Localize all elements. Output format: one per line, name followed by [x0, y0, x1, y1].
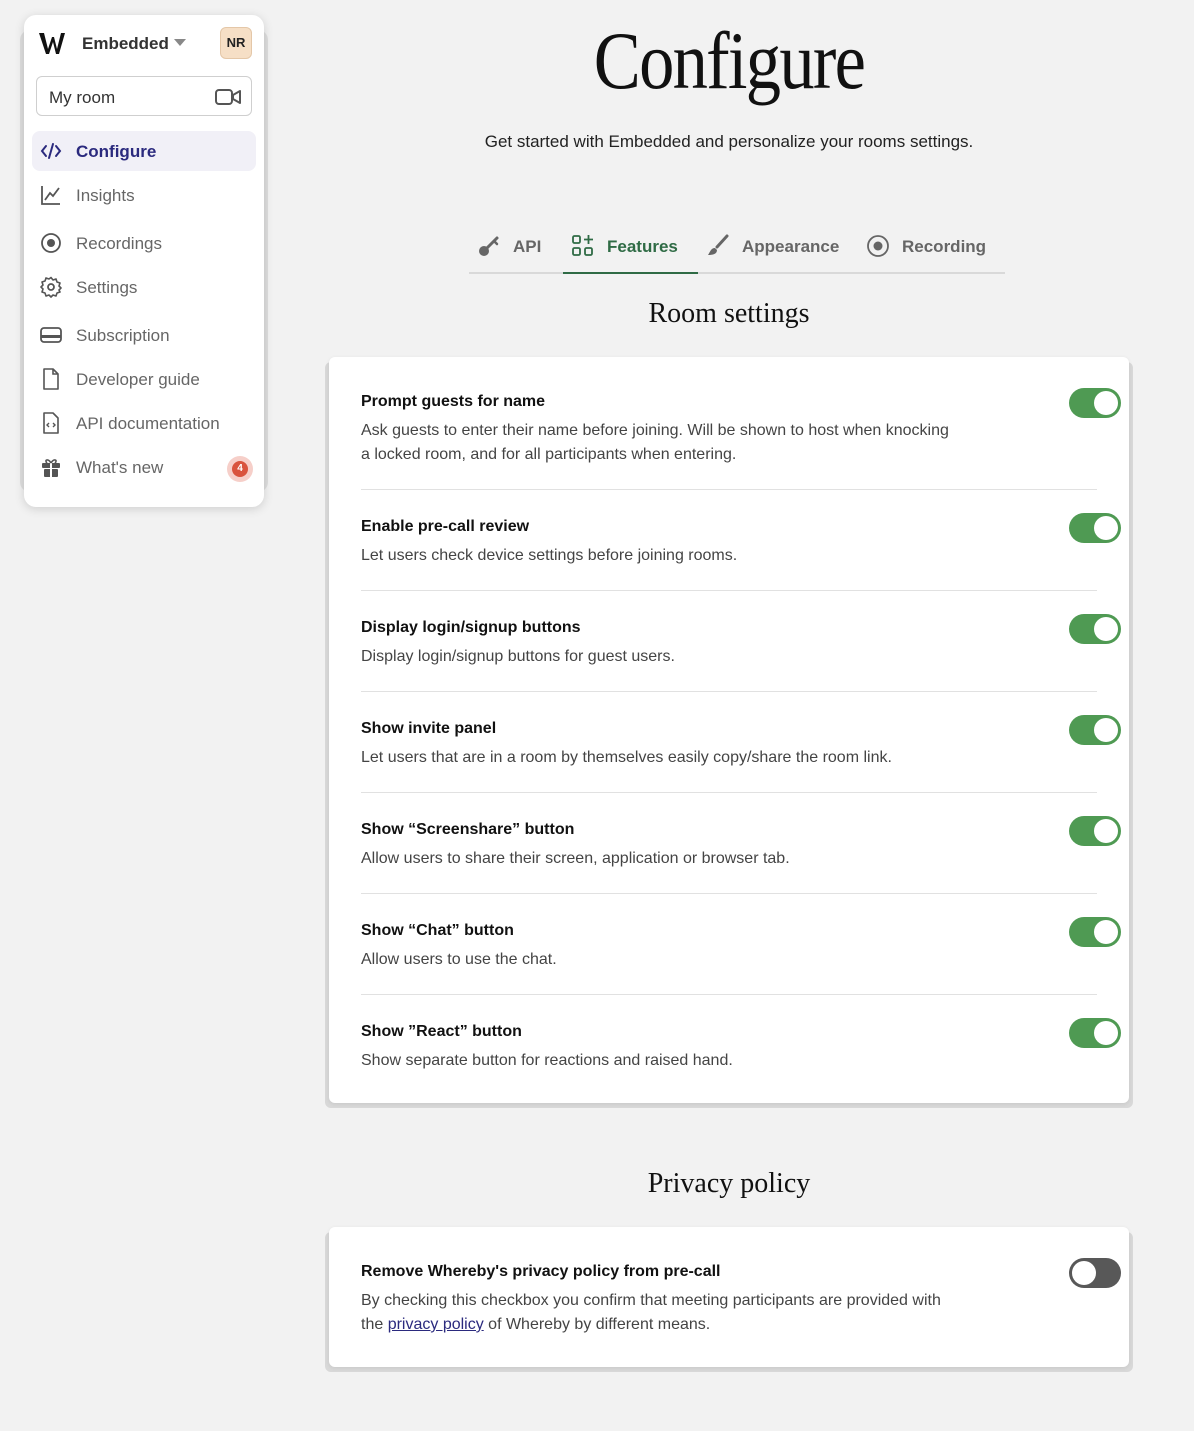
tab-appearance[interactable]: Appearance: [698, 226, 858, 272]
sidebar-item-label: Configure: [76, 142, 157, 161]
setting-row: Prompt guests for name Ask guests to ent…: [361, 388, 1121, 473]
sidebar-item-label: API documentation: [76, 414, 220, 433]
page-title: Configure: [593, 15, 866, 106]
sidebar-item-label: Settings: [76, 278, 138, 297]
room-settings-card: Prompt guests for name Ask guests to ent…: [329, 357, 1129, 1103]
setting-title: Show “Chat” button: [361, 922, 514, 939]
setting-row: Display login/signup buttons Display log…: [361, 614, 1121, 675]
divider: [361, 792, 1097, 793]
features-grid-icon: [572, 235, 593, 256]
divider: [361, 994, 1097, 995]
sidebar-item-label: Recordings: [76, 234, 162, 253]
setting-row: Show “Screenshare” button Allow users to…: [361, 816, 1121, 877]
divider: [361, 489, 1097, 490]
setting-title: Prompt guests for name: [361, 393, 546, 410]
room-name: My room: [49, 88, 116, 107]
setting-row: Enable pre-call review Let users check d…: [361, 513, 1121, 574]
section-title-privacy-policy: Privacy policy: [647, 1168, 811, 1199]
setting-description: Show separate button for reactions and r…: [361, 1052, 733, 1069]
toggle-login-signup-buttons[interactable]: [1069, 614, 1121, 644]
paintbrush-icon: [708, 234, 729, 255]
sidebar-item-whats-new[interactable]: What's new: [32, 447, 256, 487]
setting-description: Allow users to use the chat.: [361, 951, 557, 968]
sidebar-item-label: Insights: [76, 186, 135, 205]
page-subtitle: Get started with Embedded and personaliz…: [484, 132, 974, 151]
sidebar-item-developer-guide[interactable]: Developer guide: [32, 359, 256, 399]
sidebar-item-configure[interactable]: Configure: [32, 131, 256, 171]
room-selector[interactable]: My room: [36, 76, 252, 116]
setting-row: Show invite panel Let users that are in …: [361, 715, 1121, 776]
avatar[interactable]: NR: [220, 27, 252, 59]
tab-recording[interactable]: Recording: [858, 226, 998, 272]
divider: [361, 590, 1097, 591]
toggle-chat-button[interactable]: [1069, 917, 1121, 947]
credit-card-icon: [40, 327, 62, 343]
privacy-policy-link[interactable]: privacy policy: [388, 1316, 484, 1333]
divider: [361, 893, 1097, 894]
toggle-screenshare-button[interactable]: [1069, 816, 1121, 846]
setting-title: Display login/signup buttons: [361, 619, 581, 636]
key-icon: [479, 236, 499, 256]
notification-count: 4: [232, 461, 248, 477]
sidebar-item-label: Subscription: [76, 326, 170, 345]
setting-row: Remove Whereby's privacy policy from pre…: [361, 1258, 1121, 1343]
tab-label: Appearance: [742, 237, 840, 256]
setting-title: Enable pre-call review: [361, 518, 530, 535]
setting-title: Show “Screenshare” button: [361, 821, 575, 838]
record-icon: [867, 235, 889, 257]
tab-features[interactable]: Features: [563, 226, 698, 274]
privacy-policy-card: Remove Whereby's privacy policy from pre…: [329, 1227, 1129, 1367]
notification-badge: 4: [227, 456, 253, 482]
tab-label: API: [513, 237, 542, 256]
sidebar-item-api-documentation[interactable]: API documentation: [32, 403, 256, 443]
record-icon: [41, 233, 61, 253]
setting-description: Ask guests to enter their name before jo…: [361, 422, 949, 463]
setting-description: Display login/signup buttons for guest u…: [361, 648, 675, 665]
chart-line-icon: [41, 186, 60, 205]
sidebar-item-subscription[interactable]: Subscription: [32, 315, 256, 355]
setting-title: Remove Whereby's privacy policy from pre…: [361, 1263, 721, 1280]
setting-description: Let users check device settings before j…: [361, 547, 738, 564]
sidebar-item-settings[interactable]: Settings: [32, 267, 256, 307]
org-name[interactable]: Embedded: [82, 34, 169, 54]
setting-title: Show invite panel: [361, 720, 497, 737]
chevron-down-icon[interactable]: [174, 39, 186, 46]
code-document-icon: [43, 412, 59, 434]
sidebar-header: Embedded NR: [24, 15, 264, 71]
sidebar-item-label: What's new: [76, 458, 164, 477]
toggle-remove-privacy-policy[interactable]: [1069, 1258, 1121, 1288]
toggle-invite-panel[interactable]: [1069, 715, 1121, 745]
video-camera-icon: [215, 89, 241, 105]
tab-api[interactable]: API: [469, 226, 563, 272]
tab-bar: API Features Appearance Recording: [469, 226, 1005, 274]
divider: [361, 691, 1097, 692]
setting-row: Show “Chat” button Allow users to use th…: [361, 917, 1121, 978]
setting-description: By checking this checkbox you confirm th…: [361, 1289, 961, 1337]
setting-description: Allow users to share their screen, appli…: [361, 850, 790, 867]
code-icon: [40, 143, 62, 159]
sidebar: Embedded NR My room Configure Insights R…: [24, 15, 264, 507]
document-icon: [43, 368, 59, 390]
setting-description: Let users that are in a room by themselv…: [361, 749, 892, 766]
section-title-room-settings: Room settings: [648, 298, 810, 329]
description-text: of Whereby by different means.: [483, 1316, 711, 1333]
tab-label: Features: [607, 237, 678, 256]
toggle-prompt-guests-name[interactable]: [1069, 388, 1121, 418]
setting-title: Show ”React” button: [361, 1023, 522, 1040]
sidebar-item-insights[interactable]: Insights: [32, 175, 256, 215]
gear-icon: [40, 276, 62, 298]
sidebar-item-label: Developer guide: [76, 370, 200, 389]
toggle-pre-call-review[interactable]: [1069, 513, 1121, 543]
gift-icon: [42, 459, 60, 477]
sidebar-item-recordings[interactable]: Recordings: [32, 223, 256, 263]
toggle-react-button[interactable]: [1069, 1018, 1121, 1048]
setting-row: Show ”React” button Show separate button…: [361, 1018, 1121, 1079]
tab-label: Recording: [902, 237, 987, 256]
whereby-logo-icon: [39, 33, 65, 54]
